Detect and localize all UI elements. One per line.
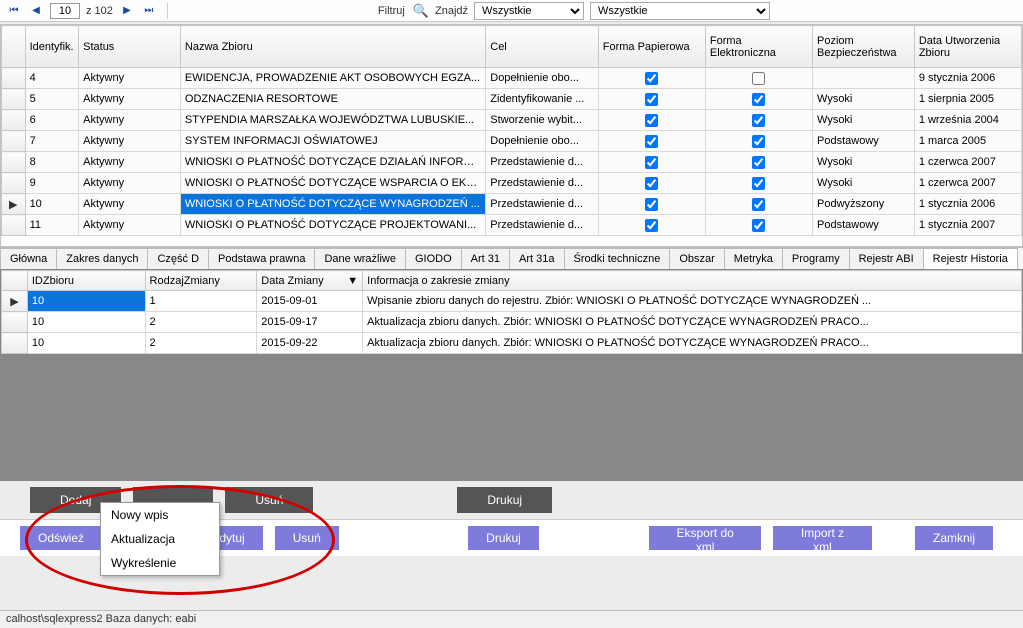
find-label[interactable]: Znajdź (435, 5, 468, 17)
col-header[interactable]: Data Utworzenia Zbioru (914, 26, 1021, 68)
row-selector[interactable] (2, 152, 26, 173)
col-header[interactable]: Cel (486, 26, 599, 68)
tab-art-31[interactable]: Art 31 (461, 248, 510, 269)
electronic-checkbox[interactable] (752, 198, 765, 211)
hist-print-button[interactable]: Drukuj (457, 487, 552, 513)
filter-combo-1[interactable]: Wszystkie (474, 2, 584, 20)
tab-art-31a[interactable]: Art 31a (509, 248, 564, 269)
tab-główna[interactable]: Główna (0, 248, 57, 269)
col-header[interactable]: Forma Elektroniczna (705, 26, 812, 68)
main-grid: Identyfik.StatusNazwa ZbioruCelForma Pap… (0, 24, 1023, 247)
tab-podstawa-prawna[interactable]: Podstawa prawna (208, 248, 315, 269)
table-row[interactable]: 11AktywnyWNIOSKI O PŁATNOŚĆ DOTYCZĄCE PR… (2, 215, 1022, 236)
tab-giodo[interactable]: GIODO (405, 248, 462, 269)
first-icon[interactable]: ⏮ (6, 3, 22, 19)
ctx-aktualizacja[interactable]: Aktualizacja (101, 527, 219, 551)
paper-checkbox[interactable] (645, 72, 658, 85)
electronic-checkbox[interactable] (752, 156, 765, 169)
table-row[interactable]: ▶1012015-09-01Wpisanie zbioru danych do … (2, 291, 1022, 312)
import-xml-button[interactable]: Import z xml (773, 526, 872, 550)
refresh-button[interactable]: Odśwież (20, 526, 102, 550)
col-header[interactable]: Data Zmiany ▼ (257, 271, 363, 291)
col-header[interactable]: RodzajZmiany (145, 271, 257, 291)
table-row[interactable]: 9AktywnyWNIOSKI O PŁATNOŚĆ DOTYCZĄCE WSP… (2, 173, 1022, 194)
row-selector[interactable] (2, 312, 28, 333)
paper-checkbox[interactable] (645, 114, 658, 127)
tab-rejestr-historia[interactable]: Rejestr Historia (923, 248, 1018, 269)
tab-dane-wrażliwe[interactable]: Dane wrażliwe (314, 248, 406, 269)
find-icon[interactable]: 🔍 (413, 3, 429, 19)
table-row[interactable]: 6AktywnySTYPENDIA MARSZAŁKA WOJEWÓDZTWA … (2, 110, 1022, 131)
status-bar: calhost\sqlexpress2 Baza danych: eabi (0, 610, 1023, 628)
table-row[interactable]: 1022015-09-17Aktualizacja zbioru danych.… (2, 312, 1022, 333)
page-input[interactable] (50, 3, 80, 19)
col-header[interactable]: Status (79, 26, 181, 68)
last-icon[interactable]: ⏭ (141, 3, 157, 19)
tab-zakres-danych[interactable]: Zakres danych (56, 248, 148, 269)
tab-część-d[interactable]: Część D (147, 248, 209, 269)
close-button[interactable]: Zamknij (915, 526, 993, 550)
row-selector[interactable] (2, 173, 26, 194)
row-selector[interactable] (2, 89, 26, 110)
tab-programy[interactable]: Programy (782, 248, 850, 269)
export-xml-button[interactable]: Eksport do xml (649, 526, 761, 550)
paper-checkbox[interactable] (645, 198, 658, 211)
table-row[interactable]: 8AktywnyWNIOSKI O PŁATNOŚĆ DOTYCZĄCE DZI… (2, 152, 1022, 173)
electronic-checkbox[interactable] (752, 72, 765, 85)
row-selector[interactable] (2, 131, 26, 152)
electronic-checkbox[interactable] (752, 177, 765, 190)
filter-label[interactable]: Filtruj (378, 5, 405, 17)
ctx-nowy-wpis[interactable]: Nowy wpis (101, 503, 219, 527)
tab-strip: GłównaZakres danychCzęść DPodstawa prawn… (0, 247, 1023, 269)
tab-środki-techniczne[interactable]: Środki techniczne (564, 248, 671, 269)
row-selector[interactable] (2, 215, 26, 236)
tab-metryka[interactable]: Metryka (724, 248, 783, 269)
prev-icon[interactable]: ◀ (28, 3, 44, 19)
electronic-checkbox[interactable] (752, 135, 765, 148)
toolbar: ⏮ ◀ z 102 ▶ ⏭ Filtruj 🔍 Znajdź Wszystkie… (0, 0, 1023, 22)
electronic-checkbox[interactable] (752, 114, 765, 127)
context-menu: Nowy wpisAktualizacjaWykreślenie (100, 502, 220, 576)
table-row[interactable]: ▶10AktywnyWNIOSKI O PŁATNOŚĆ DOTYCZĄCE W… (2, 194, 1022, 215)
row-selector[interactable]: ▶ (2, 194, 26, 215)
paper-checkbox[interactable] (645, 135, 658, 148)
paper-checkbox[interactable] (645, 93, 658, 106)
row-selector[interactable] (2, 333, 28, 354)
hist-delete-button[interactable]: Usuń (225, 487, 313, 513)
row-selector[interactable] (2, 68, 26, 89)
next-icon[interactable]: ▶ (119, 3, 135, 19)
table-row[interactable]: 7AktywnySYSTEM INFORMACJI OŚWIATOWEJDope… (2, 131, 1022, 152)
table-row[interactable]: 4AktywnyEWIDENCJA, PROWADZENIE AKT OSOBO… (2, 68, 1022, 89)
paper-checkbox[interactable] (645, 219, 658, 232)
table-row[interactable]: 5AktywnyODZNACZENIA RESORTOWEZidentyfiko… (2, 89, 1022, 110)
col-header[interactable]: Nazwa Zbioru (180, 26, 485, 68)
page-of-label: z 102 (86, 5, 113, 17)
tab-rejestr-abi[interactable]: Rejestr ABI (849, 248, 924, 269)
delete-button[interactable]: Usuń (275, 526, 339, 550)
col-header[interactable]: Poziom Bezpieczeństwa (813, 26, 915, 68)
table-row[interactable]: 1022015-09-22Aktualizacja zbioru danych.… (2, 333, 1022, 354)
col-header[interactable]: Identyfik. (25, 26, 79, 68)
history-grid: IDZbioruRodzajZmianyData Zmiany ▼Informa… (0, 269, 1023, 481)
row-selector[interactable]: ▶ (2, 291, 28, 312)
paper-checkbox[interactable] (645, 177, 658, 190)
paper-checkbox[interactable] (645, 156, 658, 169)
col-header[interactable]: IDZbioru (27, 271, 145, 291)
tab-obszar[interactable]: Obszar (669, 248, 724, 269)
filter-combo-2[interactable]: Wszystkie (590, 2, 770, 20)
electronic-checkbox[interactable] (752, 219, 765, 232)
row-selector[interactable] (2, 110, 26, 131)
col-header[interactable]: Informacja o zakresie zmiany (363, 271, 1022, 291)
print-button[interactable]: Drukuj (468, 526, 539, 550)
col-header[interactable]: Forma Papierowa (598, 26, 705, 68)
electronic-checkbox[interactable] (752, 93, 765, 106)
ctx-wykreślenie[interactable]: Wykreślenie (101, 551, 219, 575)
